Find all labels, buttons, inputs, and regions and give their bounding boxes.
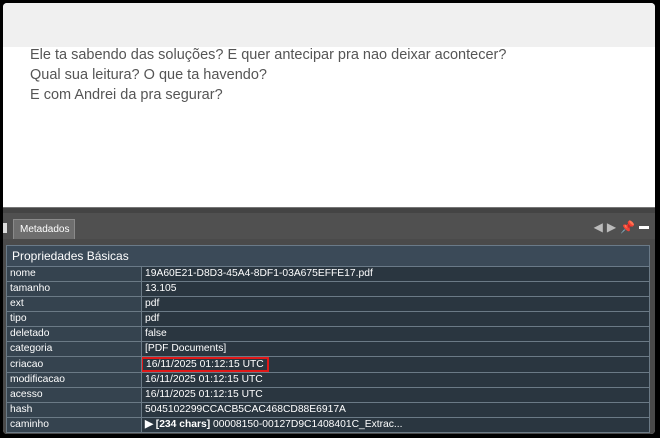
minimize-icon[interactable]: ▬ — [639, 220, 649, 234]
panel-tabbar: Metadados ◀ ▶ 📌 ▬ — [3, 213, 655, 239]
table-row[interactable]: deletado false — [6, 326, 650, 342]
table-row[interactable]: tamanho 13.105 — [6, 281, 650, 297]
group-header[interactable]: Propriedades Básicas — [6, 245, 650, 267]
property-key: categoria — [6, 341, 142, 357]
table-row[interactable]: hash 5045102299CCACB5CAC468CD88E6917A — [6, 402, 650, 418]
property-key: deletado — [6, 326, 142, 342]
table-row[interactable]: acesso 16/11/2025 01:12:15 UTC — [6, 387, 650, 403]
table-row[interactable]: caminho ▶ [234 chars] 00008150-00127D9C1… — [6, 417, 650, 433]
property-value: 5045102299CCACB5CAC468CD88E6917A — [141, 402, 650, 418]
properties-table-container: Propriedades Básicas nome 19A60E21-D8D3-… — [6, 245, 650, 433]
table-row[interactable]: tipo pdf — [6, 311, 650, 327]
document-viewer: Ele ta sabendo das soluções? E quer ante… — [30, 45, 506, 105]
property-value: 16/11/2025 01:12:15 UTC — [141, 387, 650, 403]
table-row[interactable]: ext pdf — [6, 296, 650, 312]
property-key: tamanho — [6, 281, 142, 297]
property-key: criacao — [6, 356, 142, 373]
app-window: Ele ta sabendo das soluções? E quer ante… — [3, 3, 655, 434]
property-value: 13.105 — [141, 281, 650, 297]
property-key: tipo — [6, 311, 142, 327]
property-value: pdf — [141, 311, 650, 327]
document-line: Ele ta sabendo das soluções? E quer ante… — [30, 47, 507, 63]
document-header-band — [3, 3, 655, 47]
property-key: ext — [6, 296, 142, 312]
property-value[interactable]: ▶ [234 chars] 00008150-00127D9C1408401C_… — [141, 417, 650, 433]
document-line: Qual sua leitura? O que ta havendo? — [30, 67, 267, 83]
table-row[interactable]: modificacao 16/11/2025 01:12:15 UTC — [6, 372, 650, 388]
pin-icon[interactable]: 📌 — [620, 220, 635, 234]
property-key: nome — [6, 266, 142, 282]
expand-chars-toggle[interactable]: ▶ [234 chars] — [145, 419, 210, 430]
document-line: E com Andrei da pra segurar? — [30, 87, 223, 103]
table-row[interactable]: criacao 16/11/2025 01:12:15 UTC — [6, 356, 650, 373]
arrow-left-icon[interactable]: ◀ — [594, 220, 603, 234]
arrow-right-icon[interactable]: ▶ — [607, 220, 616, 234]
table-row[interactable]: categoria [PDF Documents] — [6, 341, 650, 357]
property-key: acesso — [6, 387, 142, 403]
property-key: hash — [6, 402, 142, 418]
property-value: 16/11/2025 01:12:15 UTC — [141, 372, 650, 388]
tab-indicator — [3, 223, 7, 233]
metadata-panel: Metadados ◀ ▶ 📌 ▬ Propriedades Básicas n… — [3, 213, 655, 434]
property-value: pdf — [141, 296, 650, 312]
property-value-highlighted: 16/11/2025 01:12:15 UTC — [141, 356, 650, 373]
table-row[interactable]: nome 19A60E21-D8D3-45A4-8DF1-03A675EFFE1… — [6, 266, 650, 282]
property-key: modificacao — [6, 372, 142, 388]
highlight-box: 16/11/2025 01:12:15 UTC — [142, 357, 269, 372]
property-value: 19A60E21-D8D3-45A4-8DF1-03A675EFFE17.pdf — [141, 266, 650, 282]
properties-table: Propriedades Básicas nome 19A60E21-D8D3-… — [6, 245, 650, 433]
property-value: [PDF Documents] — [141, 341, 650, 357]
panel-toolbar: ◀ ▶ 📌 ▬ — [594, 220, 649, 234]
property-key: caminho — [6, 417, 142, 433]
property-value: false — [141, 326, 650, 342]
tab-metadados[interactable]: Metadados — [13, 219, 75, 239]
path-value: 00008150-00127D9C1408401C_Extrac... — [210, 419, 403, 430]
